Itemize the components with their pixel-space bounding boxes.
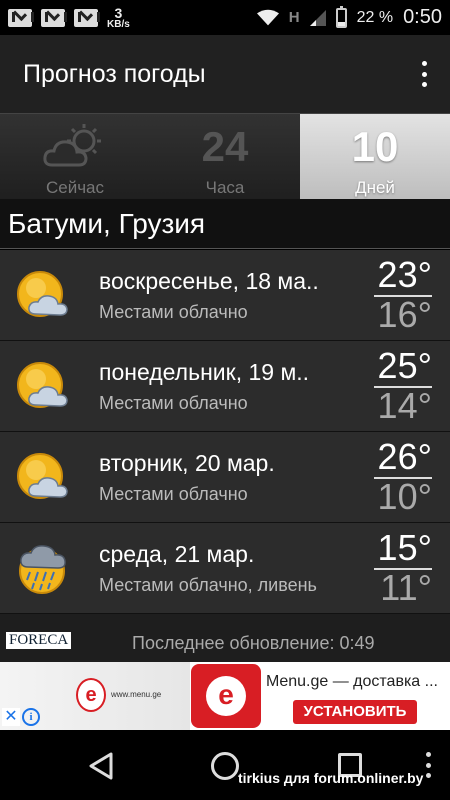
sun-cloud-icon	[17, 453, 68, 499]
forecast-condition: Местами облачно	[99, 393, 248, 413]
location-header[interactable]: Батуми, Грузия	[0, 199, 450, 249]
forecast-day: среда, 21 мар.	[99, 541, 255, 567]
info-icon[interactable]: i	[22, 708, 40, 726]
tab-now-label: Сейчас	[45, 178, 105, 197]
forecast-high: 23°	[377, 254, 432, 295]
app-bar: Прогноз погоды	[0, 35, 450, 113]
tab-24-hours[interactable]: 24 Часа	[150, 114, 300, 200]
last-update: Последнее обновление: 0:49	[132, 633, 375, 653]
forecast-condition: Местами облачно, ливень	[99, 575, 317, 595]
foreca-logo[interactable]: FORECA	[6, 632, 72, 649]
overflow-menu-icon[interactable]	[420, 61, 428, 87]
forecast-day: понедельник, 19 м..	[99, 359, 310, 385]
forecast-condition: Местами облачно	[99, 484, 248, 504]
mail-icon	[41, 6, 67, 27]
tab-10-days-label: Дней	[355, 178, 395, 197]
ad-title[interactable]: Menu.ge — доставка ...	[266, 673, 446, 691]
back-icon[interactable]	[88, 752, 114, 780]
forecast-day: вторник, 20 мар.	[99, 450, 275, 476]
forecast-row[interactable]: среда, 21 мар. Местами облачно, ливень 1…	[0, 523, 450, 614]
wifi-icon	[256, 9, 279, 25]
forecast-low: 10°	[377, 476, 432, 517]
app-icon[interactable]: e	[191, 664, 261, 728]
forecast-row[interactable]: воскресенье, 18 ма.. Местами облачно 23°…	[0, 250, 450, 341]
watermark: tirkius для forum.onliner.by	[238, 770, 424, 786]
menu-ge-logo: e	[76, 678, 106, 712]
home-icon[interactable]	[211, 752, 239, 780]
network-speed: 3 KB/s	[107, 6, 130, 30]
forecast-day: воскресенье, 18 ма..	[99, 268, 319, 294]
sun-cloud-icon	[17, 271, 68, 317]
ad-banner[interactable]: e www.menu.ge ✕ i e Menu.ge — доставка .…	[0, 662, 450, 730]
location-name: Батуми, Грузия	[8, 207, 206, 239]
forecast-row[interactable]: понедельник, 19 м.. Местами облачно 25° …	[0, 341, 450, 432]
sun-cloud-icon	[17, 362, 68, 408]
network-speed-value: 3	[114, 4, 123, 21]
mail-icon	[74, 6, 100, 27]
status-bar: 3 KB/s H 22 % 0:50	[0, 0, 450, 35]
mail-icon	[8, 6, 34, 27]
ad-controls: ✕ i	[2, 708, 40, 726]
app-title: Прогноз погоды	[23, 59, 206, 88]
forecast-list: воскресенье, 18 ма.. Местами облачно 23°…	[0, 250, 450, 614]
tab-24-hours-label: Часа	[205, 178, 245, 197]
tab-24-hours-number: 24	[201, 123, 249, 170]
battery-percent: 22 %	[356, 8, 394, 26]
network-type: H	[288, 9, 300, 26]
tab-now[interactable]: Сейчас	[0, 114, 150, 200]
overflow-menu-icon[interactable]	[426, 752, 432, 778]
install-button[interactable]: УСТАНОВИТЬ	[293, 700, 417, 724]
forecast-tabs: Сейчас 24 Часа 10 Дней	[0, 113, 450, 200]
forecast-high: 26°	[377, 436, 432, 477]
forecast-low: 14°	[377, 385, 432, 426]
sun-rain-cloud-icon	[19, 545, 66, 594]
signal-icon	[309, 9, 326, 26]
forecast-condition: Местами облачно	[99, 302, 248, 322]
forecast-high: 25°	[377, 345, 432, 386]
tab-10-days-number: 10	[351, 123, 399, 170]
network-speed-unit: KB/s	[107, 18, 130, 30]
footer: FORECA Последнее обновление: 0:49	[0, 614, 450, 662]
forecast-high: 15°	[377, 527, 432, 568]
navigation-bar: tirkius для forum.onliner.by	[0, 730, 450, 800]
forecast-low: 11°	[380, 567, 432, 608]
partly-cloudy-icon	[42, 122, 108, 172]
battery-icon	[335, 5, 347, 28]
forecast-low: 16°	[377, 294, 432, 335]
close-icon[interactable]: ✕	[2, 708, 20, 726]
ad-url: www.menu.ge	[111, 690, 162, 699]
tab-10-days[interactable]: 10 Дней	[300, 114, 450, 200]
forecast-row[interactable]: вторник, 20 мар. Местами облачно 26° 10°	[0, 432, 450, 523]
status-clock: 0:50	[403, 6, 442, 28]
